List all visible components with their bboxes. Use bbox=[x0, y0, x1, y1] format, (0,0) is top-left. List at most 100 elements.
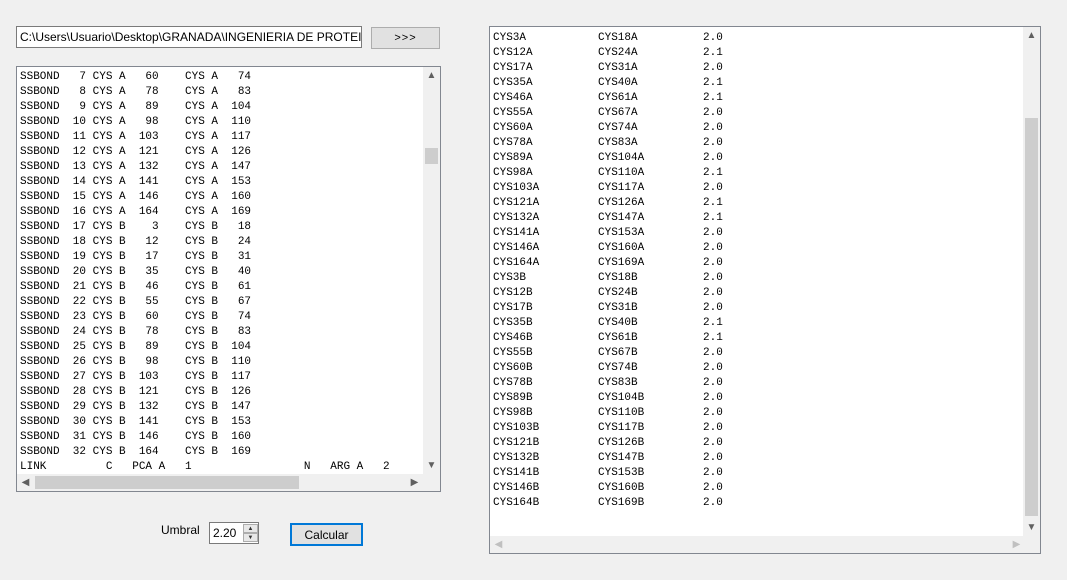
pdb-line: SSBOND 9 CYS A 89 CYS A 104 bbox=[20, 101, 252, 113]
result-row: CYS3A CYS18A 2.0 bbox=[493, 31, 1021, 46]
umbral-label: Umbral bbox=[161, 523, 200, 537]
results-vertical-scrollbar[interactable]: ▲ ▼ bbox=[1023, 27, 1040, 536]
result-row: CYS78B CYS83B 2.0 bbox=[493, 376, 1021, 391]
result-row: CYS164A CYS169A 2.0 bbox=[493, 256, 1021, 271]
pdb-text-area[interactable]: SSBOND 7 CYS A 60 CYS A 74 SSBOND 8 CYS A… bbox=[16, 66, 441, 492]
bond-distance: 2.0 bbox=[703, 422, 723, 434]
bond-atom-1: CYS46B bbox=[493, 332, 533, 344]
bond-atom-2: CYS104A bbox=[598, 152, 645, 164]
scroll-left-icon[interactable]: ◀ bbox=[17, 474, 34, 491]
scroll-left-icon[interactable]: ◀ bbox=[490, 536, 507, 553]
pdb-horizontal-scrollbar[interactable]: ◀ ▶ bbox=[17, 474, 423, 491]
bond-distance: 2.1 bbox=[703, 77, 723, 89]
umbral-value[interactable]: 2.20 bbox=[213, 526, 236, 540]
bond-atom-1: CYS164B bbox=[493, 497, 540, 509]
scroll-up-icon[interactable]: ▲ bbox=[423, 67, 440, 84]
spin-up-icon[interactable]: ▲ bbox=[243, 524, 258, 533]
bond-atom-2: CYS160A bbox=[598, 242, 645, 254]
bond-distance: 2.1 bbox=[703, 212, 723, 224]
result-row: CYS60B CYS74B 2.0 bbox=[493, 361, 1021, 376]
bond-atom-2: CYS110A bbox=[598, 167, 645, 179]
result-row: CYS17B CYS31B 2.0 bbox=[493, 301, 1021, 316]
result-row: CYS12B CYS24B 2.0 bbox=[493, 286, 1021, 301]
result-row: CYS98B CYS110B 2.0 bbox=[493, 406, 1021, 421]
bond-distance: 2.0 bbox=[703, 182, 723, 194]
bond-atom-1: CYS98B bbox=[493, 407, 533, 419]
bond-atom-2: CYS104B bbox=[598, 392, 645, 404]
scroll-right-icon[interactable]: ▶ bbox=[406, 474, 423, 491]
spin-down-icon[interactable]: ▼ bbox=[243, 533, 258, 542]
pdb-line: SSBOND 10 CYS A 98 CYS A 110 bbox=[20, 116, 252, 128]
bond-distance: 2.1 bbox=[703, 197, 723, 209]
pdb-line: SSBOND 21 CYS B 46 CYS B 61 bbox=[20, 281, 252, 293]
bond-atom-1: CYS3A bbox=[493, 32, 527, 44]
bond-distance: 2.1 bbox=[703, 92, 723, 104]
bond-distance: 2.0 bbox=[703, 287, 723, 299]
pdb-line: SSBOND 28 CYS B 121 CYS B 126 bbox=[20, 386, 252, 398]
bond-atom-1: CYS3B bbox=[493, 272, 527, 284]
bond-atom-2: CYS117A bbox=[598, 182, 645, 194]
bond-atom-1: CYS89B bbox=[493, 392, 533, 404]
pdb-vertical-scroll-thumb[interactable] bbox=[425, 148, 438, 164]
bond-distance: 2.0 bbox=[703, 407, 723, 419]
pdb-horizontal-scroll-thumb[interactable] bbox=[35, 476, 299, 489]
pdb-line: SSBOND 26 CYS B 98 CYS B 110 bbox=[20, 356, 252, 368]
pdb-line: SSBOND 23 CYS B 60 CYS B 74 bbox=[20, 311, 252, 323]
bond-atom-2: CYS147B bbox=[598, 452, 645, 464]
bond-atom-1: CYS146A bbox=[493, 242, 540, 254]
bond-atom-2: CYS126B bbox=[598, 437, 645, 449]
bond-distance: 2.0 bbox=[703, 497, 723, 509]
bond-atom-1: CYS12B bbox=[493, 287, 533, 299]
result-row: CYS164B CYS169B 2.0 bbox=[493, 496, 1021, 511]
result-row: CYS103B CYS117B 2.0 bbox=[493, 421, 1021, 436]
bond-atom-1: CYS141B bbox=[493, 467, 540, 479]
bond-distance: 2.1 bbox=[703, 167, 723, 179]
bond-atom-2: CYS110B bbox=[598, 407, 645, 419]
bond-atom-1: CYS98A bbox=[493, 167, 533, 179]
pdb-line: SSBOND 12 CYS A 121 CYS A 126 bbox=[20, 146, 252, 158]
bond-atom-1: CYS103A bbox=[493, 182, 540, 194]
result-row: CYS46B CYS61B 2.1 bbox=[493, 331, 1021, 346]
bond-atom-2: CYS153B bbox=[598, 467, 645, 479]
bond-distance: 2.0 bbox=[703, 227, 723, 239]
bond-distance: 2.0 bbox=[703, 482, 723, 494]
bond-atom-2: CYS67A bbox=[598, 107, 638, 119]
results-horizontal-scrollbar[interactable]: ◀ ▶ bbox=[490, 536, 1025, 553]
scroll-down-icon[interactable]: ▼ bbox=[423, 457, 440, 474]
bond-atom-1: CYS121A bbox=[493, 197, 540, 209]
bond-distance: 2.0 bbox=[703, 62, 723, 74]
results-text-area[interactable]: CYS3A CYS18A 2.0 CYS12A CYS24A 2.1 CYS17A CYS31… bbox=[489, 26, 1041, 554]
browse-button[interactable]: >>> bbox=[371, 27, 440, 49]
result-row: CYS132A CYS147A 2.1 bbox=[493, 211, 1021, 226]
bond-atom-1: CYS146B bbox=[493, 482, 540, 494]
result-row: CYS121B CYS126B 2.0 bbox=[493, 436, 1021, 451]
umbral-spinner[interactable]: 2.20 ▲ ▼ bbox=[209, 522, 259, 544]
bond-distance: 2.0 bbox=[703, 122, 723, 134]
pdb-line: SSBOND 18 CYS B 12 CYS B 24 bbox=[20, 236, 252, 248]
pdb-line: SSBOND 16 CYS A 164 CYS A 169 bbox=[20, 206, 252, 218]
result-row: CYS141B CYS153B 2.0 bbox=[493, 466, 1021, 481]
scroll-down-icon[interactable]: ▼ bbox=[1023, 519, 1040, 536]
pdb-line: SSBOND 17 CYS B 3 CYS B 18 bbox=[20, 221, 252, 233]
result-row: CYS12A CYS24A 2.1 bbox=[493, 46, 1021, 61]
bond-atom-2: CYS153A bbox=[598, 227, 645, 239]
bond-atom-1: CYS46A bbox=[493, 92, 533, 104]
pdb-text-content: SSBOND 7 CYS A 60 CYS A 74 SSBOND 8 CYS A… bbox=[20, 70, 422, 474]
scroll-up-icon[interactable]: ▲ bbox=[1023, 27, 1040, 44]
result-row: CYS78A CYS83A 2.0 bbox=[493, 136, 1021, 151]
bond-atom-2: CYS18B bbox=[598, 272, 638, 284]
bond-atom-2: CYS160B bbox=[598, 482, 645, 494]
result-row: CYS146B CYS160B 2.0 bbox=[493, 481, 1021, 496]
file-path-input[interactable] bbox=[16, 26, 362, 48]
pdb-line: SSBOND 19 CYS B 17 CYS B 31 bbox=[20, 251, 252, 263]
result-row: CYS132B CYS147B 2.0 bbox=[493, 451, 1021, 466]
results-vertical-scroll-thumb[interactable] bbox=[1025, 118, 1038, 516]
bond-distance: 2.1 bbox=[703, 47, 723, 59]
bond-distance: 2.0 bbox=[703, 452, 723, 464]
bond-distance: 2.0 bbox=[703, 107, 723, 119]
calcular-button[interactable]: Calcular bbox=[290, 523, 363, 546]
pdb-vertical-scrollbar[interactable]: ▲ ▼ bbox=[423, 67, 440, 474]
result-row: CYS98A CYS110A 2.1 bbox=[493, 166, 1021, 181]
bond-atom-2: CYS117B bbox=[598, 422, 645, 434]
result-row: CYS89B CYS104B 2.0 bbox=[493, 391, 1021, 406]
